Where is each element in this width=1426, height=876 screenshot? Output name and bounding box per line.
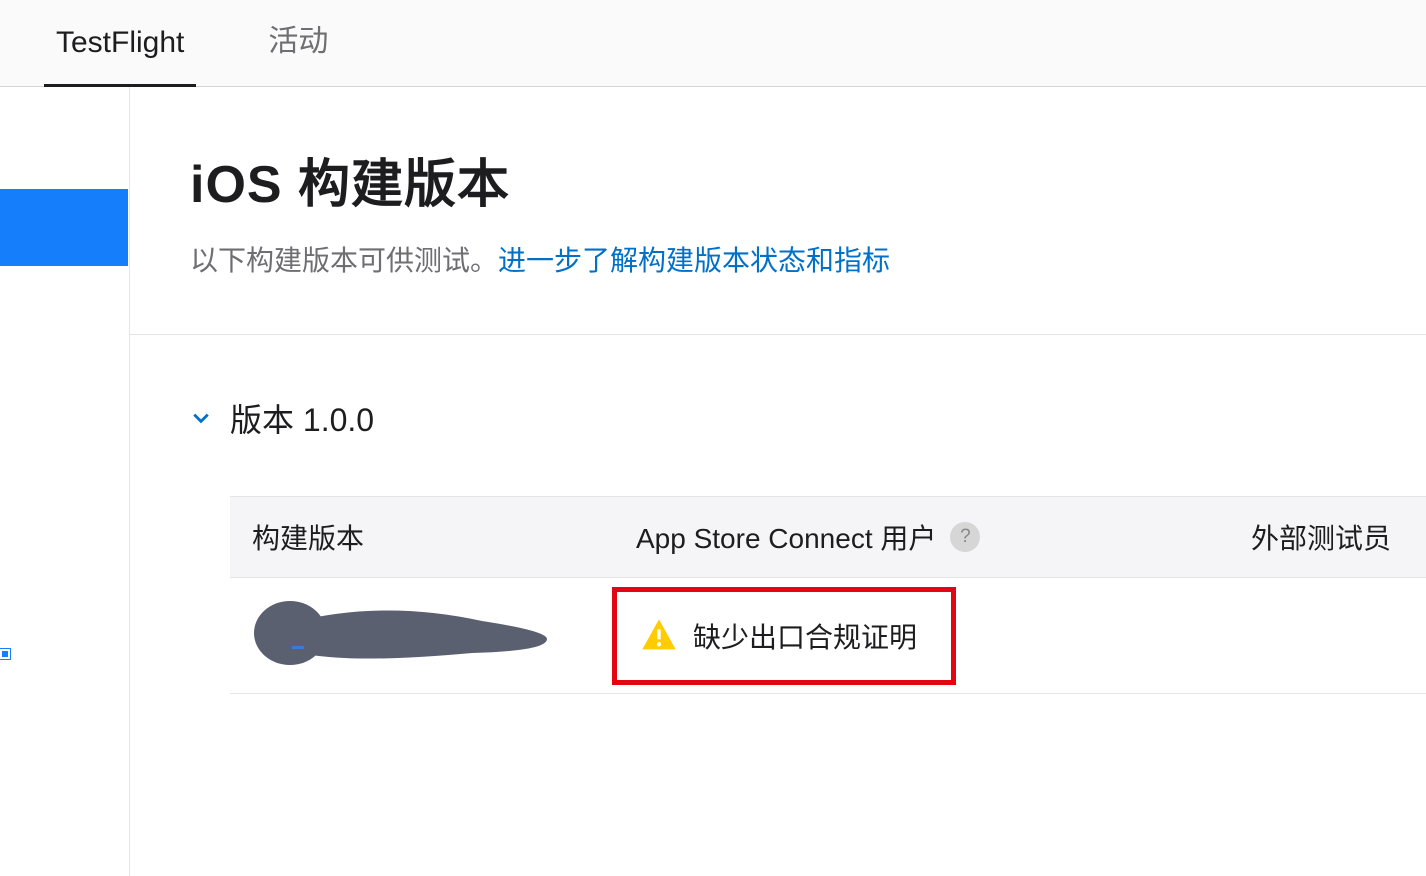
column-header-build: 构建版本 — [230, 517, 636, 557]
status-cell: 缺少出口合规证明 — [636, 587, 1251, 685]
tab-activity[interactable]: 活动 — [256, 16, 340, 86]
content-wrap: iOS 构建版本 以下构建版本可供测试。进一步了解构建版本状态和指标 版本 1.… — [0, 87, 1426, 876]
page-title: iOS 构建版本 — [190, 142, 1426, 217]
header-area: iOS 构建版本 以下构建版本可供测试。进一步了解构建版本状态和指标 — [130, 87, 1426, 279]
subtitle-text: 以下构建版本可供测试。 — [190, 245, 498, 276]
subtitle-link[interactable]: 进一步了解构建版本状态和指标 — [498, 245, 890, 276]
sidebar-mark — [0, 649, 10, 659]
version-expand-toggle[interactable]: 版本 1.0.0 — [190, 395, 1426, 441]
help-icon[interactable]: ? — [950, 522, 980, 552]
sidebar-active-item[interactable] — [0, 189, 128, 266]
version-section: 版本 1.0.0 构建版本 App Store Connect 用户 ? 外部测… — [130, 335, 1426, 694]
build-cell — [230, 591, 636, 681]
table-header: 构建版本 App Store Connect 用户 ? 外部测试员 — [230, 496, 1426, 578]
column-header-users: App Store Connect 用户 ? — [636, 517, 1251, 557]
annotation-highlight: 缺少出口合规证明 — [612, 587, 956, 685]
builds-table: 构建版本 App Store Connect 用户 ? 外部测试员 — [230, 496, 1426, 694]
warning-icon — [639, 616, 679, 656]
table-row[interactable]: 缺少出口合规证明 — [230, 578, 1426, 694]
top-nav: TestFlight 活动 — [0, 0, 1426, 87]
tab-testflight[interactable]: TestFlight — [44, 26, 196, 86]
version-label: 版本 1.0.0 — [230, 395, 374, 441]
main-content: iOS 构建版本 以下构建版本可供测试。进一步了解构建版本状态和指标 版本 1.… — [130, 87, 1426, 876]
sidebar — [0, 87, 130, 876]
column-header-external: 外部测试员 — [1251, 517, 1391, 557]
redacted-build-id — [252, 591, 552, 681]
compliance-warning-text[interactable]: 缺少出口合规证明 — [693, 616, 917, 656]
chevron-down-icon — [190, 407, 212, 429]
subtitle: 以下构建版本可供测试。进一步了解构建版本状态和指标 — [190, 239, 1426, 279]
column-header-users-label: App Store Connect 用户 — [636, 517, 936, 557]
